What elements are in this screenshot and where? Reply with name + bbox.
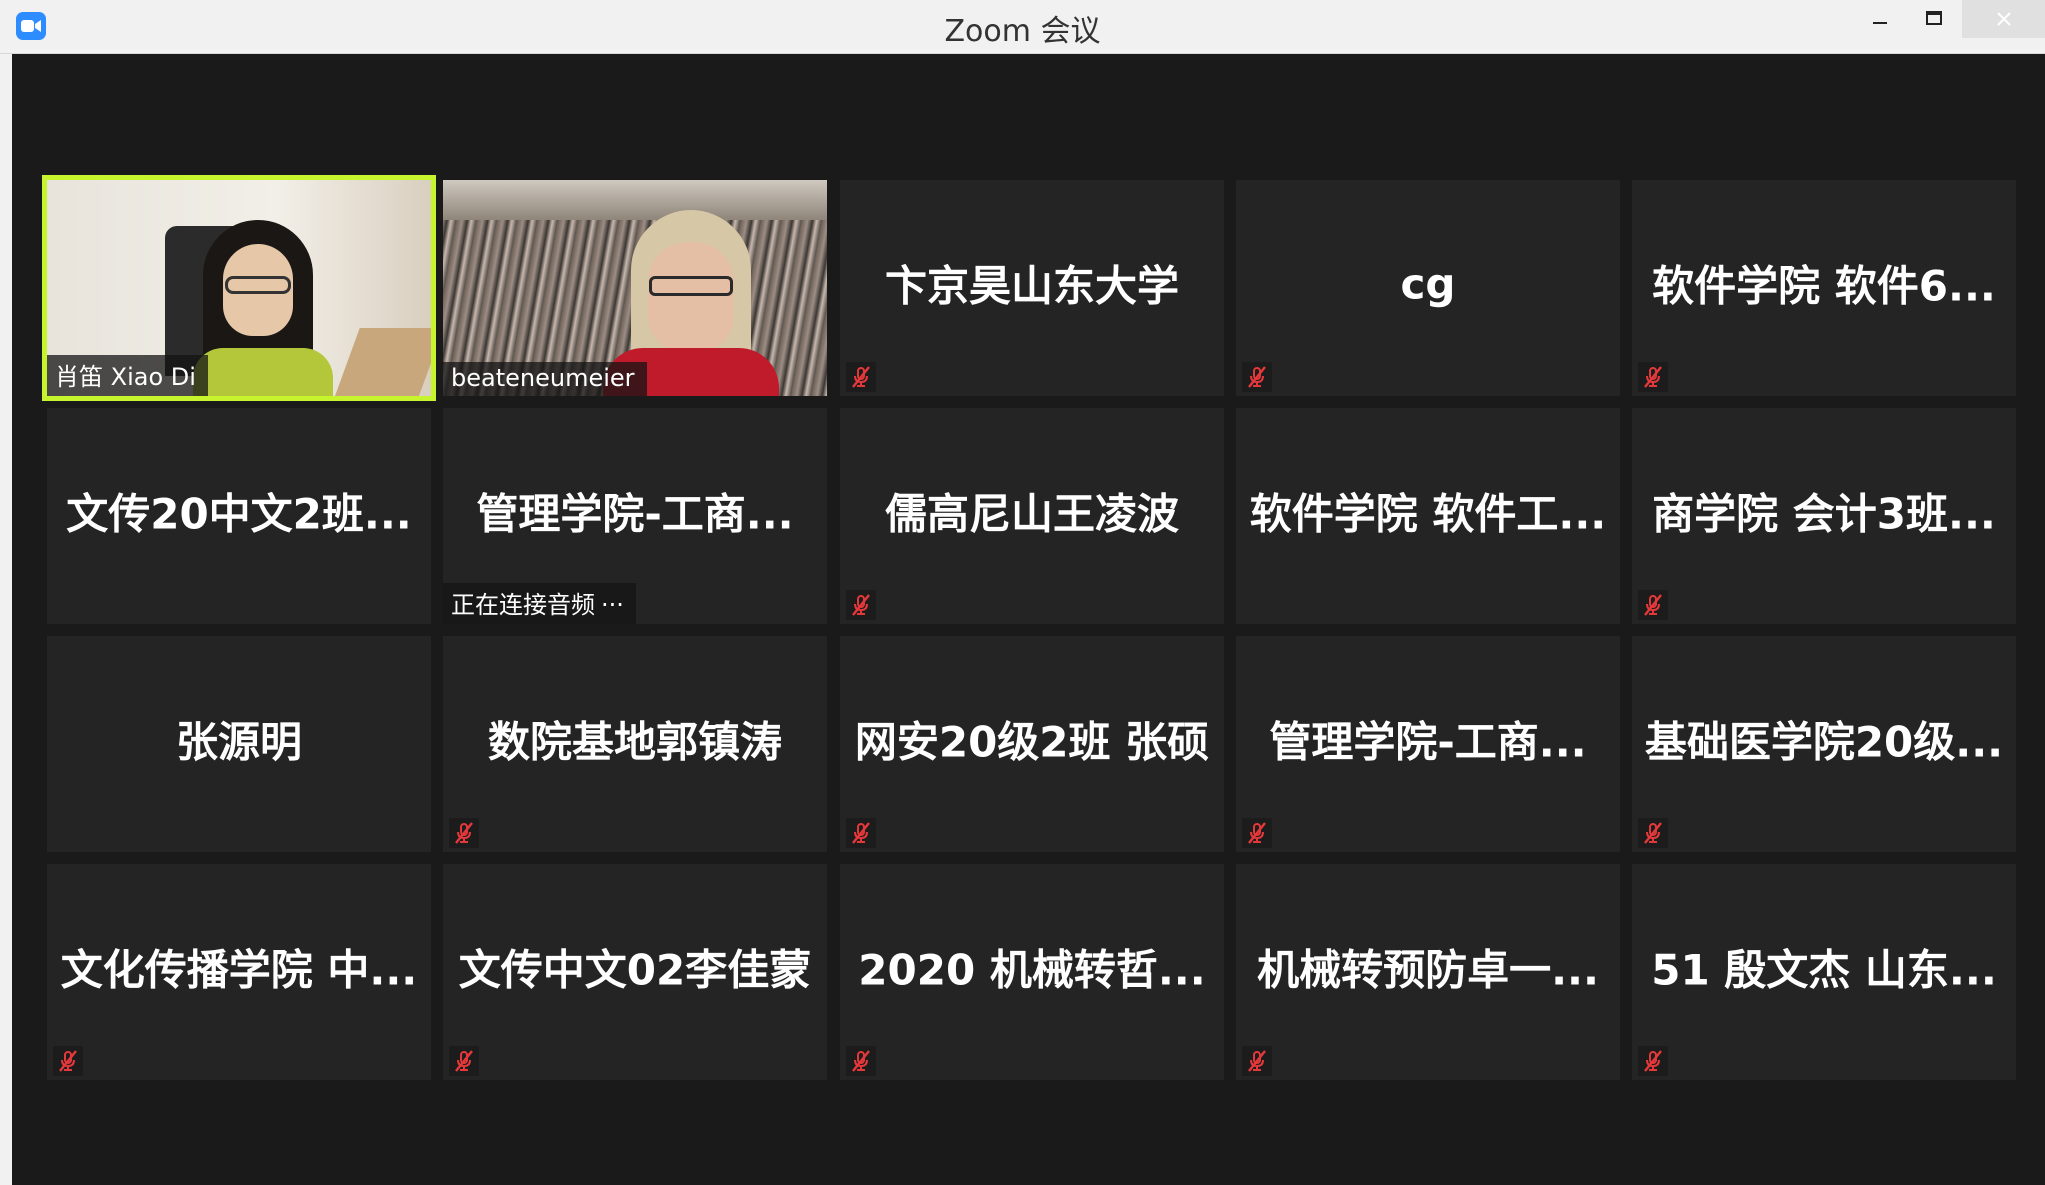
participant-tile[interactable]: 机械转预防卓一... bbox=[1236, 864, 1620, 1080]
participant-tile[interactable]: 管理学院-工商... bbox=[1236, 636, 1620, 852]
participant-tile[interactable]: 文传20中文2班... bbox=[47, 408, 431, 624]
participant-tile[interactable]: cg bbox=[1236, 180, 1620, 396]
window-title: Zoom 会议 bbox=[944, 14, 1101, 49]
participant-tile[interactable]: 51 殷文杰 山东... bbox=[1632, 864, 2016, 1080]
participant-tile[interactable]: 软件学院 软件工... bbox=[1236, 408, 1620, 624]
mic-muted-icon bbox=[53, 1046, 83, 1076]
mic-muted-icon bbox=[1638, 362, 1668, 392]
mic-muted-icon bbox=[1638, 818, 1668, 848]
participant-tile[interactable]: 肖笛 Xiao Di bbox=[42, 175, 436, 401]
participant-name: 网安20级2班 张硕 bbox=[854, 717, 1210, 767]
participant-name-label: beateneumeier bbox=[443, 362, 647, 396]
participant-name: 51 殷文杰 山东... bbox=[1651, 945, 1997, 995]
participant-name: 管理学院-工商... bbox=[1269, 717, 1587, 767]
mic-muted-icon bbox=[846, 362, 876, 392]
participant-name: 基础医学院20级... bbox=[1644, 717, 2004, 767]
participant-tile[interactable]: 基础医学院20级... bbox=[1632, 636, 2016, 852]
participant-tile[interactable]: 2020 机械转哲... bbox=[840, 864, 1224, 1080]
participant-name: 卞京昊山东大学 bbox=[884, 261, 1179, 311]
participant-tile[interactable]: 卞京昊山东大学 bbox=[840, 180, 1224, 396]
maximize-icon bbox=[1926, 11, 1942, 25]
participant-name: cg bbox=[1400, 259, 1456, 309]
mic-muted-icon bbox=[1638, 590, 1668, 620]
loading-dots: ··· bbox=[601, 591, 624, 619]
audio-connecting-status: 正在连接音频 ··· bbox=[443, 583, 636, 624]
participant-name: 数院基地郭镇涛 bbox=[487, 717, 782, 767]
participant-name: 软件学院 软件6... bbox=[1652, 261, 1996, 311]
participant-name: 文传中文02李佳蒙 bbox=[458, 945, 812, 995]
participant-name: 儒高尼山王凌波 bbox=[884, 489, 1179, 539]
participant-tile[interactable]: beateneumeier bbox=[443, 180, 827, 396]
minimize-button[interactable] bbox=[1852, 0, 1908, 38]
participant-name: 管理学院-工商... bbox=[476, 489, 794, 539]
participant-tile[interactable]: 文传中文02李佳蒙 bbox=[443, 864, 827, 1080]
participant-tile[interactable]: 文化传播学院 中... bbox=[47, 864, 431, 1080]
participant-name: 机械转预防卓一... bbox=[1257, 945, 1599, 995]
mic-muted-icon bbox=[1242, 362, 1272, 392]
participant-tile[interactable]: 儒高尼山王凌波 bbox=[840, 408, 1224, 624]
participant-tile[interactable]: 网安20级2班 张硕 bbox=[840, 636, 1224, 852]
minimize-icon bbox=[1873, 22, 1887, 24]
title-bar: Zoom 会议 bbox=[0, 0, 2045, 54]
maximize-button[interactable] bbox=[1906, 0, 1962, 38]
participant-name: 软件学院 软件工... bbox=[1249, 489, 1607, 539]
close-icon bbox=[1996, 12, 2011, 26]
mic-muted-icon bbox=[449, 818, 479, 848]
participant-name: 张源明 bbox=[175, 717, 302, 767]
participant-tile[interactable]: 张源明 bbox=[47, 636, 431, 852]
participant-name: 2020 机械转哲... bbox=[858, 945, 1206, 995]
close-button[interactable] bbox=[1962, 0, 2045, 38]
mic-muted-icon bbox=[846, 1046, 876, 1076]
participant-tile[interactable]: 数院基地郭镇涛 bbox=[443, 636, 827, 852]
window-left-edge bbox=[0, 54, 12, 1185]
mic-muted-icon bbox=[846, 818, 876, 848]
participant-tile[interactable]: 管理学院-工商... 正在连接音频 ··· bbox=[443, 408, 827, 624]
mic-muted-icon bbox=[449, 1046, 479, 1076]
mic-muted-icon bbox=[846, 590, 876, 620]
participant-tile[interactable]: 软件学院 软件6... bbox=[1632, 180, 2016, 396]
participant-name: 文化传播学院 中... bbox=[60, 945, 418, 995]
participant-name-label: 肖笛 Xiao Di bbox=[47, 355, 208, 396]
mic-muted-icon bbox=[1638, 1046, 1668, 1076]
mic-muted-icon bbox=[1242, 818, 1272, 848]
participant-tile[interactable]: 商学院 会计3班... bbox=[1632, 408, 2016, 624]
mic-muted-icon bbox=[1242, 1046, 1272, 1076]
participant-name: 文传20中文2班... bbox=[66, 489, 412, 539]
participant-name: 商学院 会计3班... bbox=[1652, 489, 1996, 539]
